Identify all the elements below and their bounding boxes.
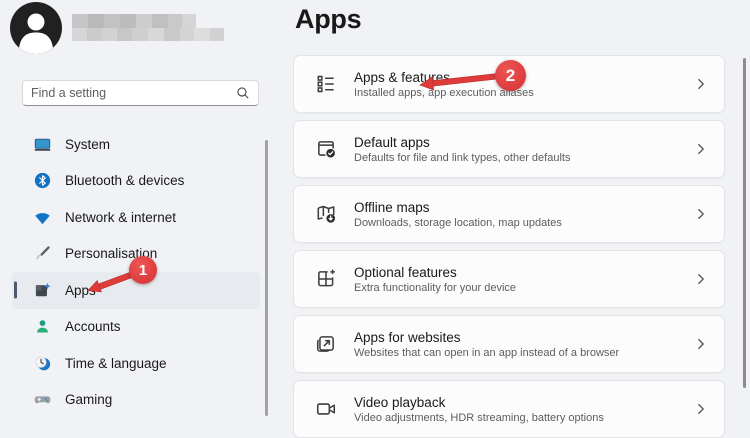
sidebar-item-label: Apps [65,283,96,298]
chevron-right-icon [694,142,708,156]
card-title: Apps for websites [354,330,619,345]
card-text: Optional features Extra functionality for… [354,265,516,294]
sidebar-item-system[interactable]: System [12,126,260,163]
sidebar-item-accounts[interactable]: Accounts [12,309,260,346]
time-language-icon [34,355,51,372]
card-text: Offline maps Downloads, storage location,… [354,200,562,229]
sidebar-item-label: Network & internet [65,210,176,225]
apps-for-websites-icon [314,332,338,356]
user-email-redacted [72,28,224,41]
sidebar-item-label: Gaming [65,392,112,407]
gaming-icon [34,391,51,408]
user-name-redacted [72,14,196,28]
sidebar-item-time-language[interactable]: Time & language [12,345,260,382]
bluetooth-icon [34,172,51,189]
network-icon [34,209,51,226]
video-playback-icon [314,397,338,421]
card-title: Video playback [354,395,604,410]
chevron-right-icon [694,77,708,91]
default-apps-icon [314,137,338,161]
settings-card-offline-maps[interactable]: Offline maps Downloads, storage location,… [293,185,725,243]
step-badge-1: 1 [129,256,157,284]
system-icon [34,136,51,153]
page-title: Apps [295,0,361,38]
step-badge-2: 2 [495,60,526,91]
sidebar-item-bluetooth-devices[interactable]: Bluetooth & devices [12,163,260,200]
person-icon [10,2,62,54]
chevron-right-icon [694,337,708,351]
sidebar-item-label: System [65,137,110,152]
apps-features-icon [314,72,338,96]
step-number: 2 [506,66,515,86]
settings-card-default-apps[interactable]: Default apps Defaults for file and link t… [293,120,725,178]
search-box [22,80,259,106]
card-subtitle: Defaults for file and link types, other … [354,152,570,164]
chevron-right-icon [694,402,708,416]
search-icon[interactable] [236,86,258,100]
sidebar-item-label: Accounts [65,319,121,334]
card-subtitle: Extra functionality for your device [354,282,516,294]
card-title: Default apps [354,135,570,150]
settings-card-apps-for-websites[interactable]: Apps for websites Websites that can open … [293,315,725,373]
settings-card-video-playback[interactable]: Video playback Video adjustments, HDR str… [293,380,725,438]
card-subtitle: Video adjustments, HDR streaming, batter… [354,412,604,424]
card-text: Default apps Defaults for file and link t… [354,135,570,164]
card-subtitle: Downloads, storage location, map updates [354,217,562,229]
card-text: Video playback Video adjustments, HDR str… [354,395,604,424]
card-subtitle: Websites that can open in an app instead… [354,347,619,359]
sidebar-item-network-internet[interactable]: Network & internet [12,199,260,236]
main-scrollbar[interactable] [743,58,746,388]
offline-maps-icon [314,202,338,226]
chevron-right-icon [694,207,708,221]
sidebar-item-label: Bluetooth & devices [65,173,184,188]
card-title: Optional features [354,265,516,280]
card-text: Apps for websites Websites that can open … [354,330,619,359]
sidebar-item-label: Time & language [65,356,167,371]
step-number: 1 [139,262,147,279]
user-avatar[interactable] [10,2,62,54]
optional-features-icon [314,267,338,291]
sidebar-item-gaming[interactable]: Gaming [12,382,260,419]
chevron-right-icon [694,272,708,286]
settings-card-optional-features[interactable]: Optional features Extra functionality for… [293,250,725,308]
sidebar-scrollbar[interactable] [265,140,268,416]
accounts-icon [34,318,51,335]
selection-indicator [14,282,17,299]
personalisation-icon [34,245,51,262]
apps-icon [34,282,51,299]
card-title: Offline maps [354,200,562,215]
search-input[interactable] [23,86,236,100]
